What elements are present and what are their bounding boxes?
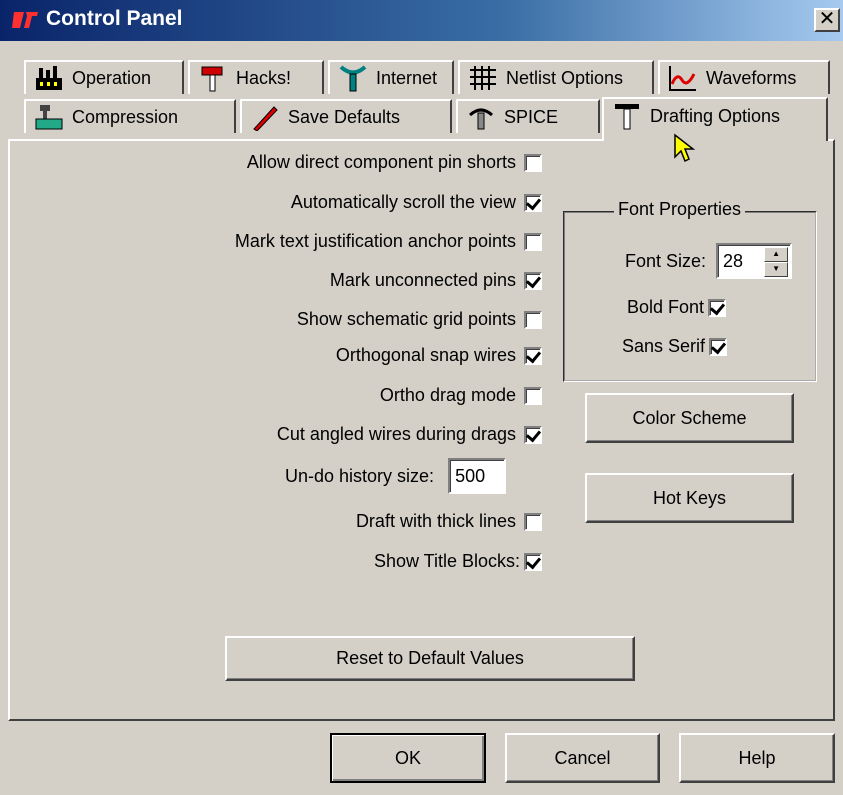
tab-drafting-options[interactable]: Drafting Options bbox=[602, 97, 828, 141]
option-row: Ortho drag mode bbox=[380, 385, 542, 406]
tab-waveforms[interactable]: Waveforms bbox=[658, 60, 830, 94]
option-checkbox[interactable] bbox=[524, 193, 542, 212]
tab-save-defaults[interactable]: Save Defaults bbox=[240, 99, 452, 133]
option-label: Orthogonal snap wires bbox=[335, 345, 516, 365]
option-row: Show schematic grid points bbox=[297, 309, 542, 330]
option-checkbox[interactable] bbox=[524, 346, 542, 365]
bold-font-label: Bold Font bbox=[627, 297, 705, 317]
option-label: Cut angled wires during drags bbox=[276, 424, 516, 444]
tab-label: Hacks! bbox=[236, 67, 292, 88]
spin-buttons[interactable]: ▲ ▼ bbox=[764, 247, 789, 277]
option-row: Show Title Blocks: bbox=[374, 551, 542, 572]
option-checkbox[interactable] bbox=[524, 310, 542, 329]
font-size-label: Font Size: bbox=[625, 250, 707, 271]
tab-label: SPICE bbox=[504, 106, 559, 127]
option-row: Draft with thick lines bbox=[356, 511, 542, 532]
font-size-row: Font Size: 28 ▲ ▼ bbox=[625, 243, 793, 279]
close-button[interactable]: ✕ bbox=[814, 8, 840, 32]
drafting-tool-icon bbox=[615, 104, 639, 130]
option-row: Mark text justification anchor points bbox=[235, 231, 542, 252]
compression-clamp-icon bbox=[35, 105, 63, 130]
tab-netlist-options[interactable]: Netlist Options bbox=[458, 60, 654, 94]
ltspice-logo-icon bbox=[12, 12, 38, 28]
tab-hacks[interactable]: Hacks! bbox=[188, 60, 324, 94]
spice-tool-icon bbox=[468, 108, 494, 130]
bold-font-checkbox[interactable] bbox=[708, 298, 727, 317]
undo-history-input[interactable]: 500 bbox=[448, 458, 507, 494]
tab-compression[interactable]: Compression bbox=[24, 99, 236, 133]
option-label: Draft with thick lines bbox=[355, 511, 516, 531]
tab-label: Internet bbox=[376, 67, 438, 88]
tab-operation[interactable]: Operation bbox=[24, 60, 184, 94]
waveform-icon bbox=[669, 66, 696, 91]
option-row: Mark unconnected pins bbox=[330, 270, 542, 291]
option-row: Cut angled wires during drags bbox=[277, 424, 542, 445]
option-checkbox[interactable] bbox=[524, 425, 542, 444]
option-label: Automatically scroll the view bbox=[290, 192, 516, 212]
option-checkbox[interactable] bbox=[524, 512, 542, 531]
tab-internet[interactable]: Internet bbox=[328, 60, 454, 94]
tab-label: Compression bbox=[72, 106, 179, 127]
tab-label: Netlist Options bbox=[506, 67, 624, 88]
antenna-icon bbox=[339, 65, 367, 92]
sans-serif-label: Sans Serif bbox=[622, 336, 706, 356]
tab-label: Drafting Options bbox=[650, 105, 781, 126]
sans-serif-checkbox[interactable] bbox=[709, 337, 728, 356]
option-row: Orthogonal snap wires bbox=[336, 345, 542, 366]
spin-up-icon[interactable]: ▲ bbox=[764, 247, 789, 262]
option-label: Ortho drag mode bbox=[379, 385, 516, 405]
undo-history-label: Un-do history size: bbox=[285, 465, 435, 486]
ok-button[interactable]: OK bbox=[330, 733, 486, 783]
window-title: Control Panel bbox=[46, 7, 183, 30]
tab-spice[interactable]: SPICE bbox=[456, 99, 600, 133]
spin-down-icon[interactable]: ▼ bbox=[764, 262, 789, 277]
font-size-spinner[interactable]: 28 ▲ ▼ bbox=[716, 243, 793, 279]
font-properties-group: Font Properties Font Size: 28 ▲ ▼ Bold F… bbox=[563, 199, 817, 382]
option-checkbox[interactable] bbox=[524, 386, 542, 405]
option-checkbox[interactable] bbox=[524, 271, 542, 290]
option-row: Automatically scroll the view bbox=[291, 192, 542, 213]
title-bar: Control Panel ✕ bbox=[0, 0, 843, 41]
option-label: Mark text justification anchor points bbox=[234, 231, 516, 251]
tab-label: Operation bbox=[72, 67, 152, 88]
option-label: Allow direct component pin shorts bbox=[246, 152, 516, 172]
option-checkbox[interactable] bbox=[524, 552, 542, 571]
option-label: Show Title Blocks: bbox=[373, 551, 520, 571]
option-label: Mark unconnected pins bbox=[329, 270, 516, 290]
undo-history-row: Un-do history size: 500 bbox=[285, 458, 507, 494]
mouse-pointer-icon bbox=[674, 133, 696, 163]
save-pen-icon bbox=[253, 106, 278, 131]
factory-icon bbox=[36, 66, 62, 90]
hammer-icon bbox=[201, 66, 223, 92]
option-row: Allow direct component pin shorts bbox=[247, 152, 542, 173]
close-icon: ✕ bbox=[818, 8, 836, 30]
help-button[interactable]: Help bbox=[679, 733, 835, 783]
option-checkbox[interactable] bbox=[524, 232, 542, 251]
group-legend: Font Properties bbox=[614, 199, 746, 220]
netlist-grid-icon bbox=[470, 66, 496, 90]
cancel-button[interactable]: Cancel bbox=[505, 733, 660, 783]
bold-font-row: Bold Font bbox=[627, 297, 727, 318]
hot-keys-button[interactable]: Hot Keys bbox=[585, 473, 794, 523]
font-size-value: 28 bbox=[723, 250, 744, 271]
reset-defaults-button[interactable]: Reset to Default Values bbox=[225, 636, 635, 681]
option-label: Show schematic grid points bbox=[296, 309, 516, 329]
tab-label: Save Defaults bbox=[288, 106, 401, 127]
sans-serif-row: Sans Serif bbox=[622, 336, 728, 357]
option-checkbox[interactable] bbox=[524, 153, 542, 172]
tab-label: Waveforms bbox=[706, 67, 797, 88]
color-scheme-button[interactable]: Color Scheme bbox=[585, 393, 794, 443]
